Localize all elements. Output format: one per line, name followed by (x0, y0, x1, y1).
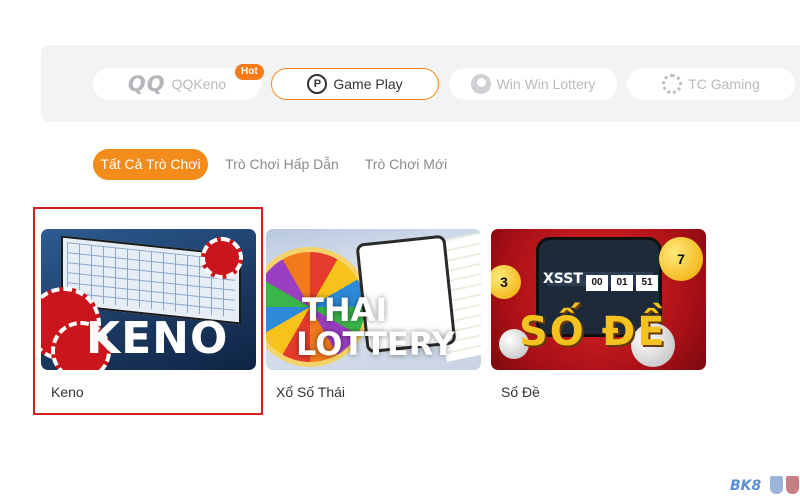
game-lobby: QQ QQKeno Hot P Game Play Win Win Lotter… (0, 0, 800, 500)
screen-label: XSST (543, 271, 583, 287)
watermark-logo: BK8 (730, 478, 762, 494)
game-name[interactable]: Số Đề (491, 384, 706, 400)
provider-label: Game Play (333, 76, 403, 92)
category-tab-all-games[interactable]: Tất Cả Trò Chơi (93, 149, 208, 180)
provider-bar: QQ QQKeno Hot P Game Play Win Win Lotter… (41, 45, 800, 122)
selection-highlight (33, 207, 263, 415)
provider-label: QQKeno (171, 76, 227, 92)
game-card-so-de[interactable]: XSST 00 01 51 3 7 SỐ ĐỀ Số Đề (491, 229, 706, 400)
screen-number: 51 (636, 275, 658, 291)
qq-logo-icon: QQ (127, 72, 166, 96)
game-card-thai-lottery[interactable]: THAI LOTTERY Xổ Số Thái (266, 229, 481, 400)
screen-number: 00 (586, 275, 608, 291)
crest-icon (786, 476, 799, 494)
provider-tab-win-win-lottery[interactable]: Win Win Lottery (449, 68, 617, 100)
game-thumbnail[interactable]: THAI LOTTERY (266, 229, 481, 370)
provider-tab-game-play[interactable]: P Game Play (271, 68, 439, 100)
thumbnail-title: THAI LOTTERY (296, 291, 455, 363)
provider-tab-tc-gaming[interactable]: TC Gaming (627, 68, 795, 100)
category-tab-hot-games[interactable]: Trò Chơi Hấp Dẫn (218, 149, 346, 180)
game-name[interactable]: Xổ Số Thái (266, 384, 481, 400)
category-tab-new-games[interactable]: Trò Chơi Mới (356, 149, 456, 180)
hot-badge: Hot (235, 64, 264, 80)
provider-label: Win Win Lottery (496, 76, 596, 92)
lottery-ball-icon: 7 (659, 237, 703, 281)
tc-gaming-icon (662, 74, 683, 94)
game-thumbnail[interactable]: XSST 00 01 51 3 7 SỐ ĐỀ (491, 229, 706, 370)
lottery-ball-icon: 3 (491, 265, 521, 299)
thumbnail-title: SỐ ĐỀ (519, 309, 667, 355)
game-play-icon: P (307, 74, 328, 94)
provider-label: TC Gaming (688, 76, 760, 92)
win-win-icon (470, 74, 491, 94)
screen-number: 01 (611, 275, 633, 291)
crest-icon (770, 476, 783, 494)
